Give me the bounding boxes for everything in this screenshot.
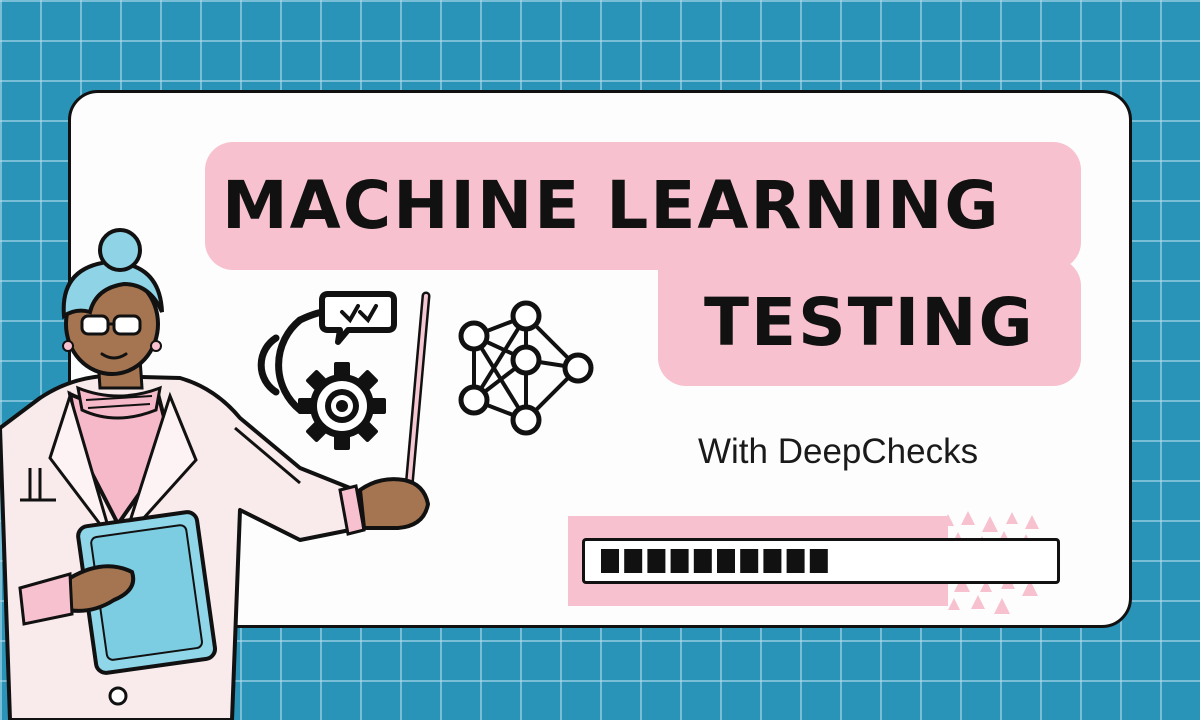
neural-network-icon xyxy=(458,300,594,436)
loading-segment xyxy=(809,549,828,573)
loading-bar xyxy=(582,538,1060,584)
decoration-triangle xyxy=(948,598,960,610)
decoration-triangle xyxy=(1025,515,1039,529)
loading-segment xyxy=(717,549,735,573)
title-line-2: TESTING xyxy=(704,284,1035,361)
subtitle: With DeepChecks xyxy=(698,432,979,471)
loading-bar-fill xyxy=(601,549,828,573)
loading-segment xyxy=(763,549,782,573)
loading-segment xyxy=(740,549,759,573)
decoration-triangle xyxy=(971,595,985,609)
loading-segment xyxy=(786,549,805,573)
decoration-triangle xyxy=(942,514,954,526)
decoration-triangle xyxy=(994,598,1010,614)
pointing-hand xyxy=(357,477,431,530)
teacher-illustration xyxy=(0,228,431,720)
decoration-triangle xyxy=(961,511,975,525)
loading-segment xyxy=(624,549,643,573)
hair-bun xyxy=(98,228,142,272)
loading-segment xyxy=(647,549,666,573)
decoration-triangle xyxy=(982,516,998,532)
decoration-triangle xyxy=(1006,512,1018,524)
loading-segment xyxy=(693,549,712,573)
loading-segment xyxy=(670,549,689,573)
loading-segment xyxy=(601,549,619,573)
